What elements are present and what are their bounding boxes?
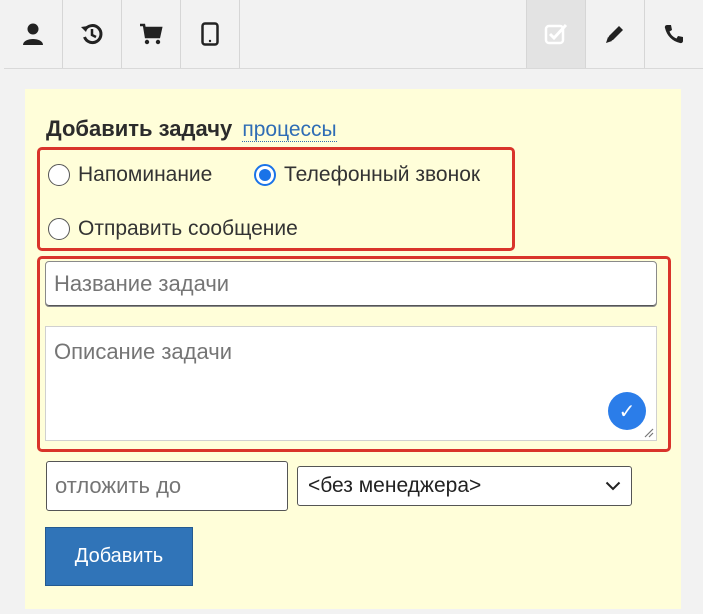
radio-send-message-circle[interactable] xyxy=(48,218,70,240)
radio-send-message-label: Отправить сообщение xyxy=(78,217,298,240)
add-task-button[interactable]: Добавить xyxy=(45,527,193,586)
add-task-panel: Добавить задачу процессы Напоминание Тел… xyxy=(25,89,681,609)
task-fields-group: ✓ xyxy=(37,256,671,452)
radio-phone-call-circle[interactable] xyxy=(254,164,276,186)
title-row: Добавить задачу процессы xyxy=(46,116,337,142)
call-button[interactable] xyxy=(645,0,703,68)
manager-select[interactable]: <без менеджера> xyxy=(297,466,632,506)
task-button[interactable] xyxy=(527,0,586,68)
radio-reminder-label: Напоминание xyxy=(78,163,213,186)
panel-title: Добавить задачу xyxy=(46,116,233,141)
resize-handle-icon[interactable] xyxy=(642,426,654,438)
radio-phone-call[interactable]: Телефонный звонок xyxy=(254,163,480,187)
toolbar-spacer xyxy=(240,0,527,68)
edit-button[interactable] xyxy=(586,0,645,68)
phone-icon xyxy=(664,25,683,44)
radio-reminder[interactable]: Напоминание xyxy=(48,163,212,187)
history-icon xyxy=(81,24,103,44)
postpone-until-input[interactable] xyxy=(46,461,288,511)
history-button[interactable] xyxy=(63,0,122,68)
processes-link[interactable]: процессы xyxy=(242,118,337,142)
spellcheck-check-icon[interactable]: ✓ xyxy=(608,392,646,430)
manager-select-value: <без менеджера> xyxy=(308,474,482,497)
task-type-radio-group: Напоминание Телефонный звонок Отправить … xyxy=(37,147,515,251)
chevron-down-icon xyxy=(605,481,621,491)
radio-reminder-circle[interactable] xyxy=(48,164,70,186)
tablet-icon xyxy=(201,22,219,46)
task-description-textarea[interactable] xyxy=(45,326,657,441)
radio-phone-call-label: Телефонный звонок xyxy=(284,163,481,186)
user-button[interactable] xyxy=(4,0,63,68)
task-name-input[interactable] xyxy=(45,261,657,307)
cart-icon xyxy=(140,23,163,45)
radio-send-message[interactable]: Отправить сообщение xyxy=(48,217,298,241)
cart-button[interactable] xyxy=(122,0,181,68)
pencil-icon xyxy=(606,26,623,43)
task-check-icon xyxy=(544,23,568,45)
user-icon xyxy=(23,23,43,45)
toolbar xyxy=(4,0,703,69)
tablet-button[interactable] xyxy=(181,0,240,68)
